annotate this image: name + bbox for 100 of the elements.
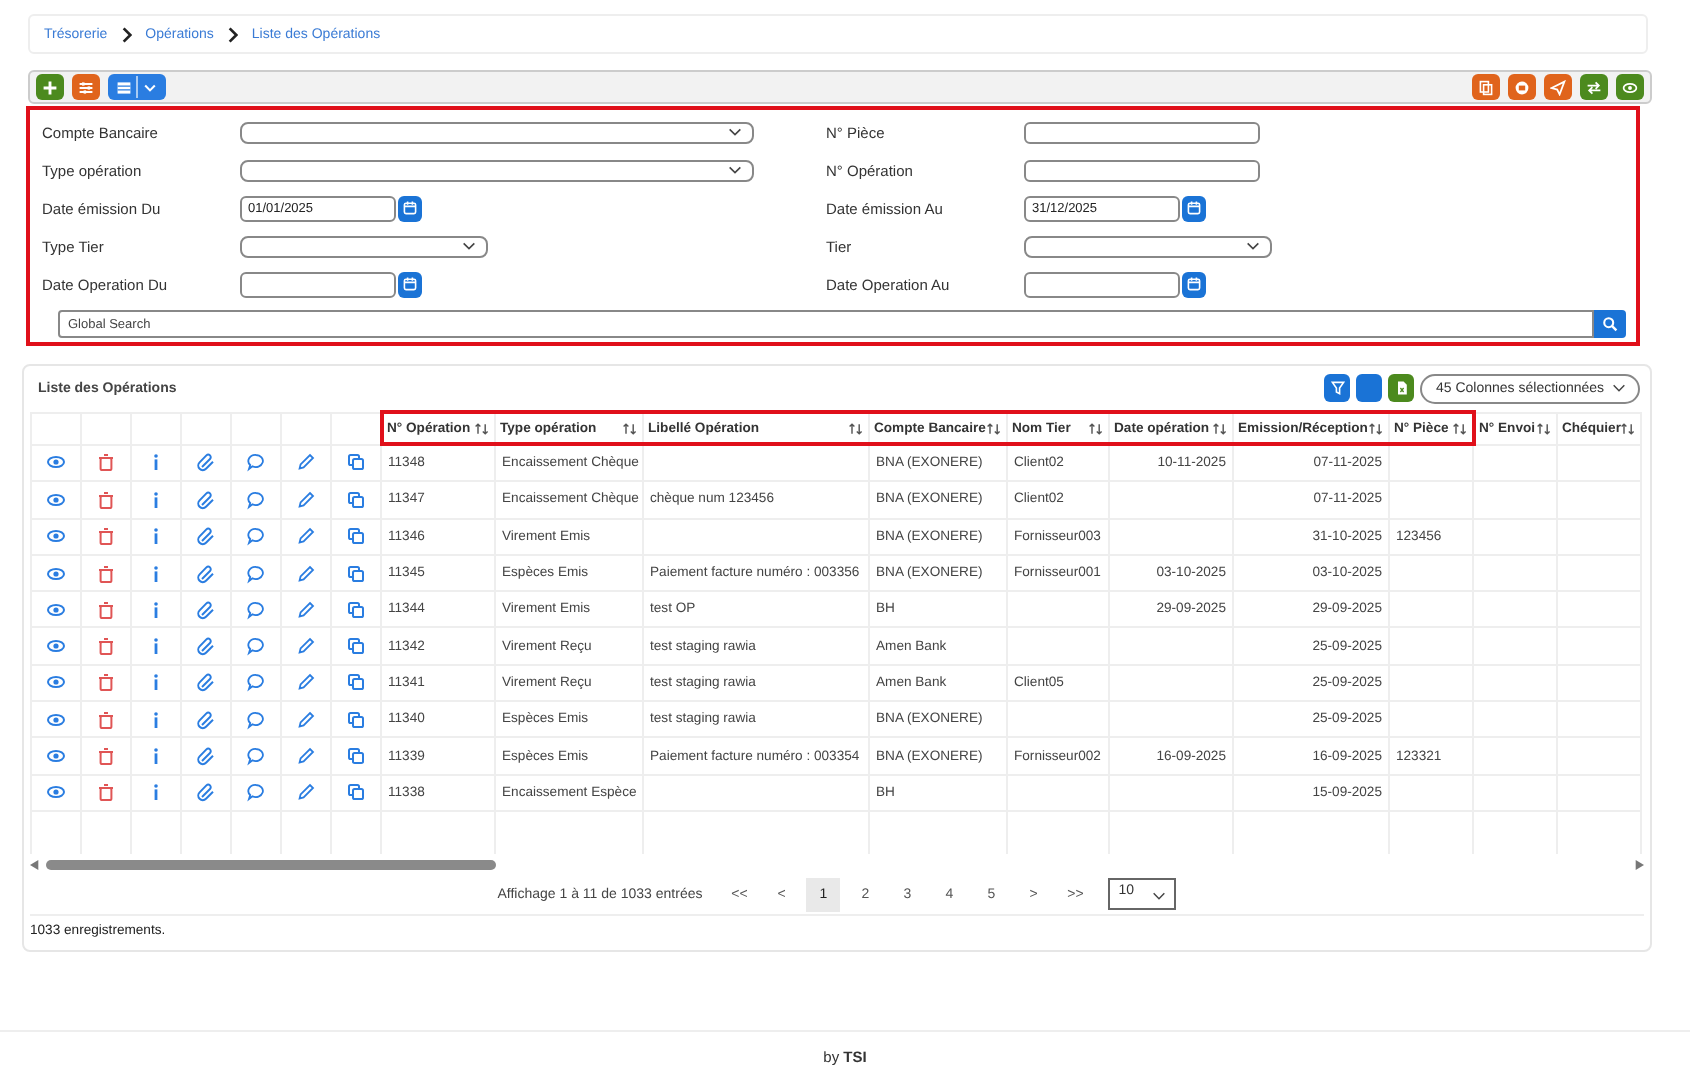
edit-button[interactable] <box>296 489 316 510</box>
duplicate-button[interactable] <box>346 489 366 510</box>
edit-button[interactable] <box>296 599 316 620</box>
send-button[interactable] <box>1544 74 1572 100</box>
edit-button[interactable] <box>296 563 316 584</box>
view-button[interactable] <box>46 599 66 620</box>
calendar-button[interactable] <box>398 195 422 221</box>
select-field[interactable] <box>240 121 754 143</box>
attachment-button[interactable] <box>196 782 216 803</box>
filter-button[interactable] <box>1324 374 1350 402</box>
view-button[interactable] <box>46 526 66 547</box>
input-field[interactable] <box>1024 159 1260 181</box>
preview-button[interactable] <box>1616 74 1644 100</box>
edit-button[interactable] <box>296 709 316 730</box>
select-field[interactable] <box>240 235 488 257</box>
calendar-icon <box>402 276 418 292</box>
duplicate-button[interactable] <box>346 526 366 547</box>
comment-button[interactable] <box>246 489 266 510</box>
duplicate-button[interactable] <box>346 636 366 657</box>
delete-button[interactable] <box>96 782 116 803</box>
view-button[interactable] <box>46 709 66 730</box>
duplicate-button[interactable] <box>346 782 366 803</box>
select-field[interactable] <box>240 159 754 181</box>
duplicate-button[interactable] <box>346 599 366 620</box>
chat-bubble-icon <box>246 636 266 657</box>
documents-button[interactable] <box>1472 74 1500 100</box>
chat-bubble-icon <box>246 782 266 803</box>
calendar-button[interactable] <box>1182 271 1206 297</box>
search-button[interactable] <box>1594 310 1626 338</box>
delete-button[interactable] <box>96 746 116 767</box>
attachment-button[interactable] <box>196 563 216 584</box>
settings-button[interactable] <box>72 74 100 100</box>
edit-button[interactable] <box>296 452 316 473</box>
delete-button[interactable] <box>96 672 116 693</box>
scroll-right-icon[interactable] <box>1634 860 1644 870</box>
view-button[interactable] <box>46 672 66 693</box>
comment-button[interactable] <box>246 526 266 547</box>
comment-button[interactable] <box>246 782 266 803</box>
duplicate-button[interactable] <box>346 452 366 473</box>
copy-icon <box>346 782 366 803</box>
attachment-button[interactable] <box>196 636 216 657</box>
horizontal-scrollbar[interactable] <box>30 856 1644 874</box>
select-field[interactable] <box>1024 235 1272 257</box>
view-button[interactable] <box>46 746 66 767</box>
date-field[interactable] <box>1024 271 1180 297</box>
comment-button[interactable] <box>246 599 266 620</box>
edit-button[interactable] <box>296 636 316 657</box>
attachment-button[interactable] <box>196 489 216 510</box>
duplicate-button[interactable] <box>346 672 366 693</box>
delete-button[interactable] <box>96 526 116 547</box>
attachment-button[interactable] <box>196 526 216 547</box>
edit-button[interactable] <box>296 746 316 767</box>
trash-icon <box>96 672 116 693</box>
sort-icon <box>1451 421 1467 435</box>
calendar-button[interactable] <box>1182 195 1206 221</box>
excel-export-button[interactable] <box>1388 374 1414 402</box>
view-button[interactable] <box>46 563 66 584</box>
scroll-left-icon[interactable] <box>30 860 40 870</box>
swap-arrows-icon <box>1586 79 1602 95</box>
view-button[interactable] <box>46 636 66 657</box>
duplicate-button[interactable] <box>346 563 366 584</box>
sort-icon <box>1536 421 1552 435</box>
scrollbar-thumb[interactable] <box>46 860 496 870</box>
delete-button[interactable] <box>96 563 116 584</box>
input-field[interactable] <box>1024 121 1260 143</box>
add-button[interactable] <box>36 74 64 100</box>
attachment-button[interactable] <box>196 599 216 620</box>
comment-button[interactable] <box>246 452 266 473</box>
delete-button[interactable] <box>96 709 116 730</box>
copy-icon <box>346 599 366 620</box>
attachment-button[interactable] <box>196 709 216 730</box>
calendar-button[interactable] <box>398 271 422 297</box>
attachment-button[interactable] <box>196 672 216 693</box>
date-field[interactable] <box>240 271 396 297</box>
comment-button[interactable] <box>246 746 266 767</box>
edit-button[interactable] <box>296 526 316 547</box>
attachment-button[interactable] <box>196 452 216 473</box>
delete-button[interactable] <box>96 599 116 620</box>
view-button[interactable] <box>108 74 166 100</box>
view-button[interactable] <box>46 782 66 803</box>
view-button[interactable] <box>46 489 66 510</box>
print-button[interactable] <box>1508 74 1536 100</box>
delete-button[interactable] <box>96 636 116 657</box>
delete-button[interactable] <box>96 489 116 510</box>
comment-button[interactable] <box>246 672 266 693</box>
delete-button[interactable] <box>96 452 116 473</box>
copy-icon <box>346 746 366 767</box>
comment-button[interactable] <box>246 563 266 584</box>
chevron-icon <box>121 25 132 43</box>
comment-button[interactable] <box>246 709 266 730</box>
duplicate-button[interactable] <box>346 746 366 767</box>
toolbar-button[interactable] <box>1356 374 1382 402</box>
duplicate-button[interactable] <box>346 709 366 730</box>
edit-button[interactable] <box>296 672 316 693</box>
comment-button[interactable] <box>246 636 266 657</box>
trash-icon <box>96 746 116 767</box>
attachment-button[interactable] <box>196 746 216 767</box>
edit-button[interactable] <box>296 782 316 803</box>
transfer-button[interactable] <box>1580 74 1608 100</box>
view-button[interactable] <box>46 452 66 473</box>
